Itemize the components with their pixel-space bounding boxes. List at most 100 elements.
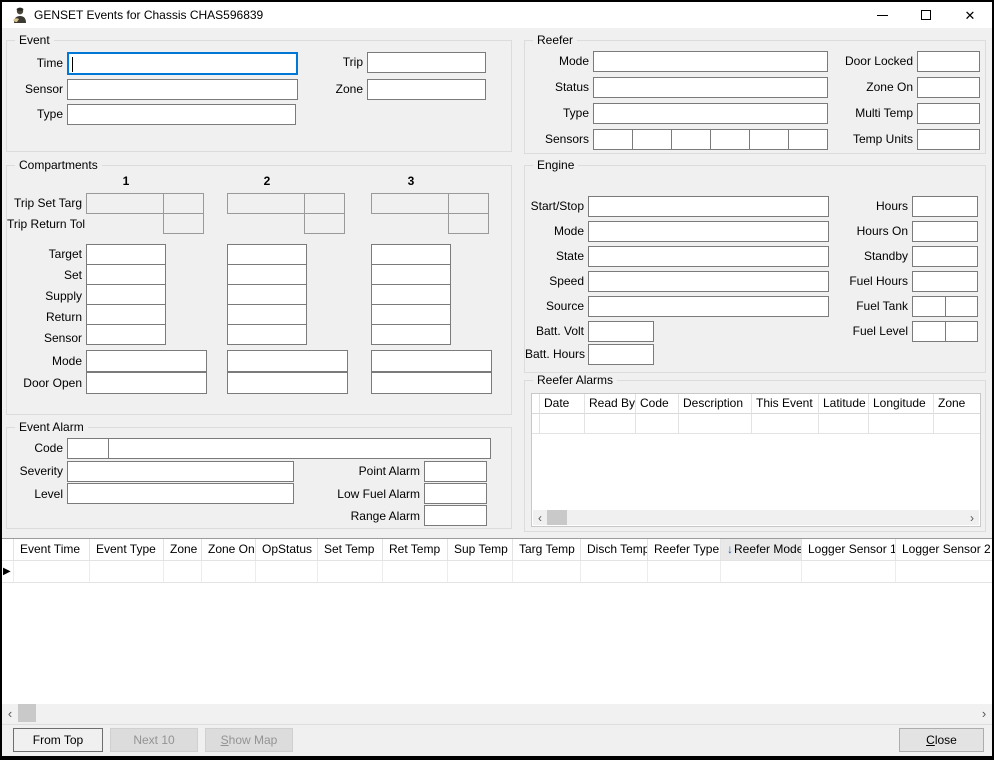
reefer-alarms-col-this-event[interactable]: This Event	[752, 394, 819, 414]
events-grid-horizontal-scrollbar[interactable]: ‹ ›	[2, 704, 992, 722]
reefer-mode-field[interactable]	[593, 51, 828, 72]
reefer-alarms-col-date[interactable]: Date	[540, 394, 585, 414]
engine-fuel-tank-1-field[interactable]	[912, 296, 946, 317]
reefer-alarms-col-description[interactable]: Description	[679, 394, 752, 414]
engine-fuel-level-1-field[interactable]	[912, 321, 946, 342]
reefer-alarms-col-longitude[interactable]: Longitude	[869, 394, 934, 414]
reefer-temp-units-field[interactable]	[917, 129, 980, 150]
reefer-alarms-row-selector[interactable]	[532, 414, 540, 434]
grid-col-opstatus[interactable]: OpStatus	[256, 539, 318, 561]
grid-col-event-time[interactable]: Event Time	[14, 539, 90, 561]
reefer-status-field[interactable]	[593, 77, 828, 98]
reefer-sensor-2-field[interactable]	[632, 129, 672, 150]
reefer-door-locked-label: Door Locked	[815, 54, 913, 69]
grid-col-logger-sensor-1[interactable]: Logger Sensor 1	[802, 539, 896, 561]
grid-col-sup-temp[interactable]: Sup Temp	[448, 539, 513, 561]
grid-col-set-temp[interactable]: Set Temp	[318, 539, 383, 561]
minimize-button[interactable]	[860, 2, 904, 28]
compartment-2-mode-field[interactable]	[227, 350, 348, 372]
compartment-1-return-field[interactable]	[86, 304, 166, 325]
compartment-2-sensor-field[interactable]	[227, 324, 307, 345]
compartment-3-door-open-field[interactable]	[371, 372, 492, 394]
engine-fuel-hours-field[interactable]	[912, 271, 978, 292]
grid-col-ret-temp[interactable]: Ret Temp	[383, 539, 448, 561]
compartment-1-supply-field[interactable]	[86, 284, 166, 305]
engine-mode-field[interactable]	[588, 221, 829, 242]
event-sensor-field[interactable]	[67, 79, 298, 100]
compartment-2-set-field[interactable]	[227, 264, 307, 285]
engine-start-stop-field[interactable]	[588, 196, 829, 217]
reefer-sensor-3-field[interactable]	[671, 129, 711, 150]
compartment-3-target-field[interactable]	[371, 244, 451, 265]
reefer-alarms-col-zone[interactable]: Zone	[934, 394, 980, 414]
maximize-button[interactable]	[904, 2, 948, 28]
compartment-2-supply-field[interactable]	[227, 284, 307, 305]
from-top-button[interactable]: From Top	[13, 728, 103, 752]
reefer-alarms-col-read-by[interactable]: Read By	[585, 394, 636, 414]
compartment-3-set-field[interactable]	[371, 264, 451, 285]
grid-col-zone[interactable]: Zone	[164, 539, 202, 561]
grid-col-event-type[interactable]: Event Type	[90, 539, 164, 561]
event-trip-field[interactable]	[367, 52, 486, 73]
compartment-1-sensor-field[interactable]	[86, 324, 166, 345]
scroll-left-icon[interactable]: ‹	[2, 706, 18, 721]
scrollbar-thumb[interactable]	[18, 704, 36, 722]
events-grid-current-row[interactable]: ▶	[2, 561, 992, 583]
reefer-sensor-5-field[interactable]	[749, 129, 789, 150]
reefer-multi-temp-field[interactable]	[917, 103, 980, 124]
grid-col-zone-on[interactable]: Zone On	[202, 539, 256, 561]
reefer-alarms-col-latitude[interactable]: Latitude	[819, 394, 869, 414]
compartment-2-target-field[interactable]	[227, 244, 307, 265]
alarm-code-field[interactable]	[67, 438, 109, 459]
engine-source-field[interactable]	[588, 296, 829, 317]
grid-col-reefer-mode-sorted[interactable]: ↓Reefer Mode	[721, 539, 802, 561]
compartment-1-target-field[interactable]	[86, 244, 166, 265]
grid-col-reefer-type[interactable]: Reefer Type	[648, 539, 721, 561]
engine-batt-volt-field[interactable]	[588, 321, 654, 342]
engine-batt-hours-field[interactable]	[588, 344, 654, 365]
engine-fuel-tank-2-field[interactable]	[945, 296, 978, 317]
range-alarm-field[interactable]	[424, 505, 487, 526]
event-zone-field[interactable]	[367, 79, 486, 100]
alarm-code-description-field[interactable]	[108, 438, 491, 459]
compartments-group-title: Compartments	[15, 158, 102, 172]
grid-col-logger-sensor-2[interactable]: Logger Sensor 2	[896, 539, 992, 561]
compartment-3-supply-field[interactable]	[371, 284, 451, 305]
engine-hours-field[interactable]	[912, 196, 978, 217]
engine-standby-field[interactable]	[912, 246, 978, 267]
compartment-3-sensor-field[interactable]	[371, 324, 451, 345]
compartment-2-door-open-field[interactable]	[227, 372, 348, 394]
compartment-1-mode-field[interactable]	[86, 350, 207, 372]
point-alarm-field[interactable]	[424, 461, 487, 482]
engine-fuel-level-2-field[interactable]	[945, 321, 978, 342]
event-type-field[interactable]	[67, 104, 296, 125]
reefer-door-locked-field[interactable]	[917, 51, 980, 72]
close-window-button[interactable]: ✕	[948, 2, 992, 28]
reefer-sensor-4-field[interactable]	[710, 129, 750, 150]
compartment-2-return-field[interactable]	[227, 304, 307, 325]
reefer-alarms-col-code[interactable]: Code	[636, 394, 679, 414]
low-fuel-alarm-field[interactable]	[424, 483, 487, 504]
grid-col-disch-temp[interactable]: Disch Temp	[581, 539, 648, 561]
compartment-1-set-field[interactable]	[86, 264, 166, 285]
scroll-left-icon[interactable]: ‹	[533, 511, 547, 525]
close-button[interactable]: Close	[899, 728, 984, 752]
engine-speed-field[interactable]	[588, 271, 829, 292]
scrollbar-thumb[interactable]	[547, 510, 567, 525]
alarm-level-field[interactable]	[67, 483, 294, 504]
compartment-3-return-field[interactable]	[371, 304, 451, 325]
compartment-1-door-open-field[interactable]	[86, 372, 207, 394]
current-row-pointer-icon[interactable]: ▶	[2, 561, 14, 583]
event-time-field[interactable]	[67, 52, 298, 75]
compartment-3-mode-field[interactable]	[371, 350, 492, 372]
scroll-right-icon[interactable]: ›	[965, 511, 979, 525]
grid-col-targ-temp[interactable]: Targ Temp	[513, 539, 581, 561]
reefer-alarms-horizontal-scrollbar[interactable]: ‹ ›	[533, 510, 979, 525]
engine-hours-on-field[interactable]	[912, 221, 978, 242]
alarm-severity-field[interactable]	[67, 461, 294, 482]
reefer-type-field[interactable]	[593, 103, 828, 124]
reefer-sensor-1-field[interactable]	[593, 129, 633, 150]
scroll-right-icon[interactable]: ›	[976, 706, 992, 721]
engine-state-field[interactable]	[588, 246, 829, 267]
reefer-zone-on-field[interactable]	[917, 77, 980, 98]
